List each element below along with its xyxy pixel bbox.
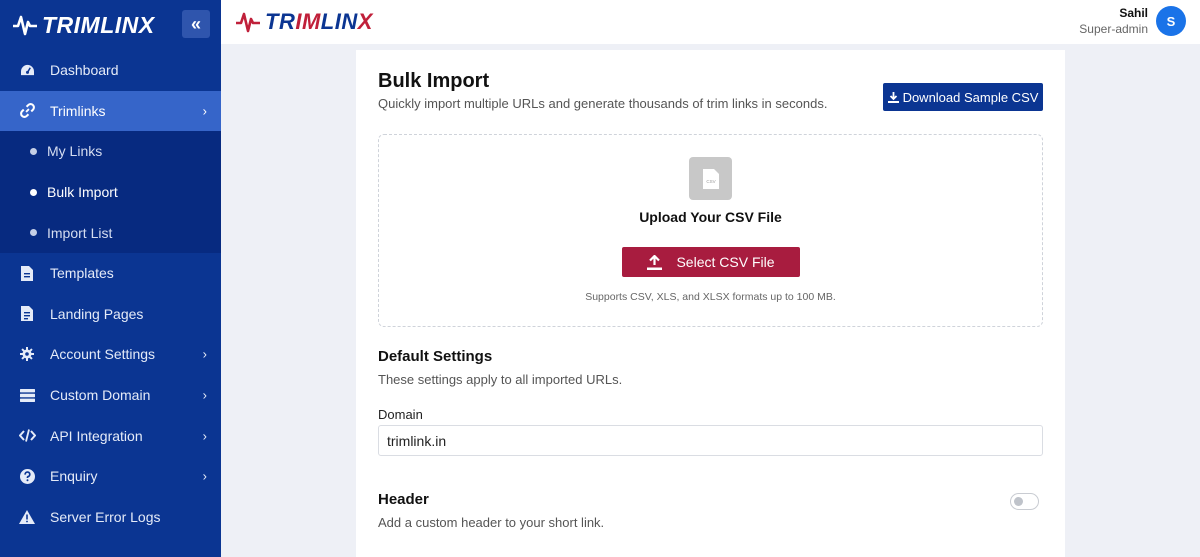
sidebar-item-server-error-logs[interactable]: Server Error Logs <box>0 497 221 538</box>
page-subtitle: Quickly import multiple URLs and generat… <box>378 96 828 111</box>
header-setting-desc: Add a custom header to your short link. <box>378 515 605 530</box>
csv-dropzone[interactable]: CSV Upload Your CSV File Select CSV File… <box>378 134 1043 327</box>
upload-note: Supports CSV, XLS, and XLSX formats up t… <box>585 291 836 303</box>
chevron-right-icon: › <box>202 387 207 403</box>
user-info: Sahil Super-admin <box>1079 6 1148 36</box>
default-settings-title: Default Settings <box>378 348 493 365</box>
file-icon <box>18 264 36 282</box>
csv-file-icon: CSV <box>689 157 732 200</box>
select-csv-file-button[interactable]: Select CSV File <box>622 247 800 277</box>
toggle-knob <box>1014 497 1023 506</box>
sidebar-subitem-import-list[interactable]: Import List <box>0 212 221 253</box>
sidebar-item-custom-domain[interactable]: Custom Domain › <box>0 375 221 416</box>
warning-icon <box>18 508 36 526</box>
speedometer-icon <box>18 61 36 79</box>
gear-icon <box>18 345 36 363</box>
chevron-right-icon: › <box>202 103 207 119</box>
user-name: Sahil <box>1119 6 1148 20</box>
sidebar-item-account-settings[interactable]: Account Settings › <box>0 334 221 375</box>
bulk-import-card: Bulk Import Quickly import multiple URLs… <box>356 50 1065 557</box>
brand-logo: TR IM LIN X <box>235 9 373 35</box>
sidebar-item-dashboard[interactable]: Dashboard <box>0 50 221 91</box>
logo-mark-icon <box>236 12 260 33</box>
chevron-right-icon: › <box>202 468 207 484</box>
avatar[interactable]: S <box>1156 6 1186 36</box>
page-title: Bulk Import <box>378 70 490 92</box>
chevron-right-icon: › <box>202 428 207 444</box>
sidebar-collapse-button[interactable]: « <box>182 10 210 38</box>
download-sample-csv-button[interactable]: Download Sample CSV <box>883 83 1043 111</box>
sidebar: TR IM LIN X « Dashboard Trimlinks › My Link… <box>0 0 221 557</box>
sidebar-nav-lower: Templates Landing Pages Account Settings… <box>0 253 221 537</box>
top-bar: TR IM LIN X Sahil Super-admin S <box>221 0 1200 44</box>
sidebar-item-enquiry[interactable]: Enquiry › <box>0 456 221 497</box>
sidebar-item-api-integration[interactable]: API Integration › <box>0 415 221 456</box>
upload-icon <box>647 254 663 270</box>
sidebar-nav: Dashboard Trimlinks › <box>0 50 221 132</box>
trimlinks-submenu: My Links Bulk Import Import List <box>0 131 221 253</box>
sidebar-subitem-my-links[interactable]: My Links <box>0 131 221 172</box>
bullet-icon <box>30 188 37 196</box>
sidebar-item-landing-pages[interactable]: Landing Pages <box>0 294 221 335</box>
code-icon <box>18 427 36 445</box>
default-settings-desc: These settings apply to all imported URL… <box>378 372 623 387</box>
sidebar-subitem-bulk-import[interactable]: Bulk Import <box>0 172 221 213</box>
sidebar-item-templates[interactable]: Templates <box>0 253 221 294</box>
link-icon <box>18 102 36 120</box>
download-icon <box>887 91 899 103</box>
header-logo[interactable]: TR IM LIN X <box>235 9 373 35</box>
bullet-icon <box>30 229 37 237</box>
user-menu[interactable]: Sahil Super-admin S <box>1079 6 1186 36</box>
chevron-right-icon: › <box>202 346 207 362</box>
header-setting-title: Header <box>378 491 429 508</box>
sidebar-logo[interactable]: TR IM LIN X <box>12 12 155 39</box>
domain-input[interactable] <box>378 425 1043 456</box>
file-text-icon <box>18 305 36 323</box>
user-role: Super-admin <box>1079 22 1148 36</box>
question-icon <box>18 467 36 485</box>
server-icon <box>18 386 36 404</box>
upload-title: Upload Your CSV File <box>639 209 782 225</box>
svg-text:CSV: CSV <box>706 179 715 184</box>
sidebar-header: TR IM LIN X « <box>0 0 221 50</box>
header-toggle[interactable] <box>1010 493 1039 510</box>
double-chevron-left-icon: « <box>190 13 201 34</box>
bullet-icon <box>30 147 37 155</box>
logo-mark-icon <box>13 15 37 36</box>
sidebar-item-trimlinks[interactable]: Trimlinks › <box>0 90 221 132</box>
domain-label: Domain <box>378 407 423 422</box>
